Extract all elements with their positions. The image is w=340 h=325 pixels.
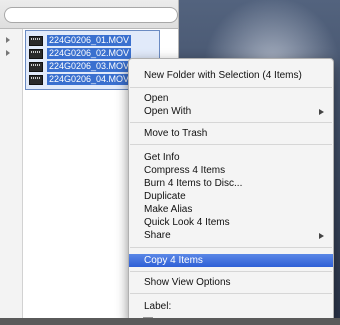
file-item[interactable]: 224G0206_03.MOV [29,60,132,73]
menu-separator [130,144,332,145]
menu-item-duplicate[interactable]: Duplicate [129,190,333,203]
menu-item-copy[interactable]: Copy 4 Items [129,254,333,267]
menu-item-make-alias[interactable]: Make Alias [129,203,333,216]
menu-item-new-folder-with-selection[interactable]: New Folder with Selection (4 Items) [129,69,333,82]
menu-item-show-view-options[interactable]: Show View Options [129,276,333,289]
menu-item-move-to-trash[interactable]: Move to Trash [129,127,333,140]
menu-item-label: Share [144,230,171,241]
file-item[interactable]: 224G0206_01.MOV [29,34,132,47]
menu-item-label: Open With [144,106,192,117]
column-pane [0,29,23,325]
menu-item-open[interactable]: Open [129,92,333,105]
menu-item-label: Copy 4 Items [144,255,203,266]
menu-separator [130,293,332,294]
menu-item-label: Open [144,93,169,104]
search-field[interactable] [4,7,178,23]
menu-item-label: Get Info [144,152,180,163]
menu-separator [130,122,332,123]
menu-item-label: Compress 4 Items [144,165,226,176]
menu-item-label: Show View Options [144,277,231,288]
file-name: 224G0206_04.MOV [47,74,132,85]
submenu-arrow-icon [319,109,324,115]
menu-item-label: Quick Look 4 Items [144,217,230,228]
menu-separator [130,247,332,248]
movie-file-icon [29,48,43,59]
file-name: 224G0206_03.MOV [47,61,132,72]
movie-file-icon [29,61,43,72]
menu-item-label: Make Alias [144,204,193,215]
menu-item-label: Burn 4 Items to Disc... [144,178,243,189]
file-name: 224G0206_01.MOV [47,35,132,46]
menu-separator [130,271,332,272]
menu-item-label: Duplicate [144,191,186,202]
submenu-arrow-icon [319,233,324,239]
menu-label-heading: Label: [129,300,333,313]
menu-item-get-info[interactable]: Get Info [129,151,333,164]
menu-item-quick-look[interactable]: Quick Look 4 Items [129,216,333,229]
file-item[interactable]: 224G0206_02.MOV [29,47,132,60]
menu-item-compress[interactable]: Compress 4 Items [129,164,333,177]
disclosure-triangle-icon[interactable] [6,37,10,43]
menu-item-share[interactable]: Share [129,229,333,242]
file-name: 224G0206_02.MOV [47,48,132,59]
menu-item-label: Move to Trash [144,128,208,139]
movie-file-icon [29,74,43,85]
menu-separator [130,87,332,88]
label-heading-text: Label: [144,301,172,312]
disclosure-triangle-icon[interactable] [6,50,10,56]
menu-item-burn[interactable]: Burn 4 Items to Disc... [129,177,333,190]
menu-item-label: New Folder with Selection (4 Items) [144,70,302,81]
file-item[interactable]: 224G0206_04.MOV [29,73,132,86]
menu-item-open-with[interactable]: Open With [129,105,333,118]
window-bottom-edge [0,318,340,325]
finder-toolbar [0,0,178,29]
movie-file-icon [29,35,43,46]
context-menu: New Folder with Selection (4 Items) Open… [128,58,334,322]
